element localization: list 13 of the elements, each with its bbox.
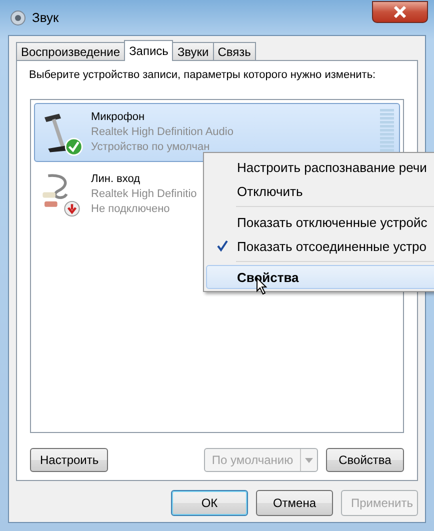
window-title: Звук xyxy=(32,10,59,25)
menu-item-label: Отключить xyxy=(237,184,303,198)
device-name: Микрофон xyxy=(91,110,146,125)
device-driver: Realtek High Definition Audio xyxy=(91,125,234,140)
instruction-text: Выберите устройство записи, параметры которого нужно изменить: xyxy=(29,69,377,81)
device-driver: Realtek High Definitio xyxy=(91,187,197,202)
menu-item-label: Свойства xyxy=(237,270,299,284)
device-status: Устройство по умолчан xyxy=(91,140,211,155)
menu-item-label: Показать отключенные устройс xyxy=(237,214,428,230)
device-status: Не подключено xyxy=(91,202,171,217)
menu-item-label: Показать отсоединенные устро xyxy=(237,238,427,254)
device-name: Лин. вход xyxy=(91,172,142,187)
menu-item-label: Настроить распознавание речи xyxy=(237,160,427,174)
